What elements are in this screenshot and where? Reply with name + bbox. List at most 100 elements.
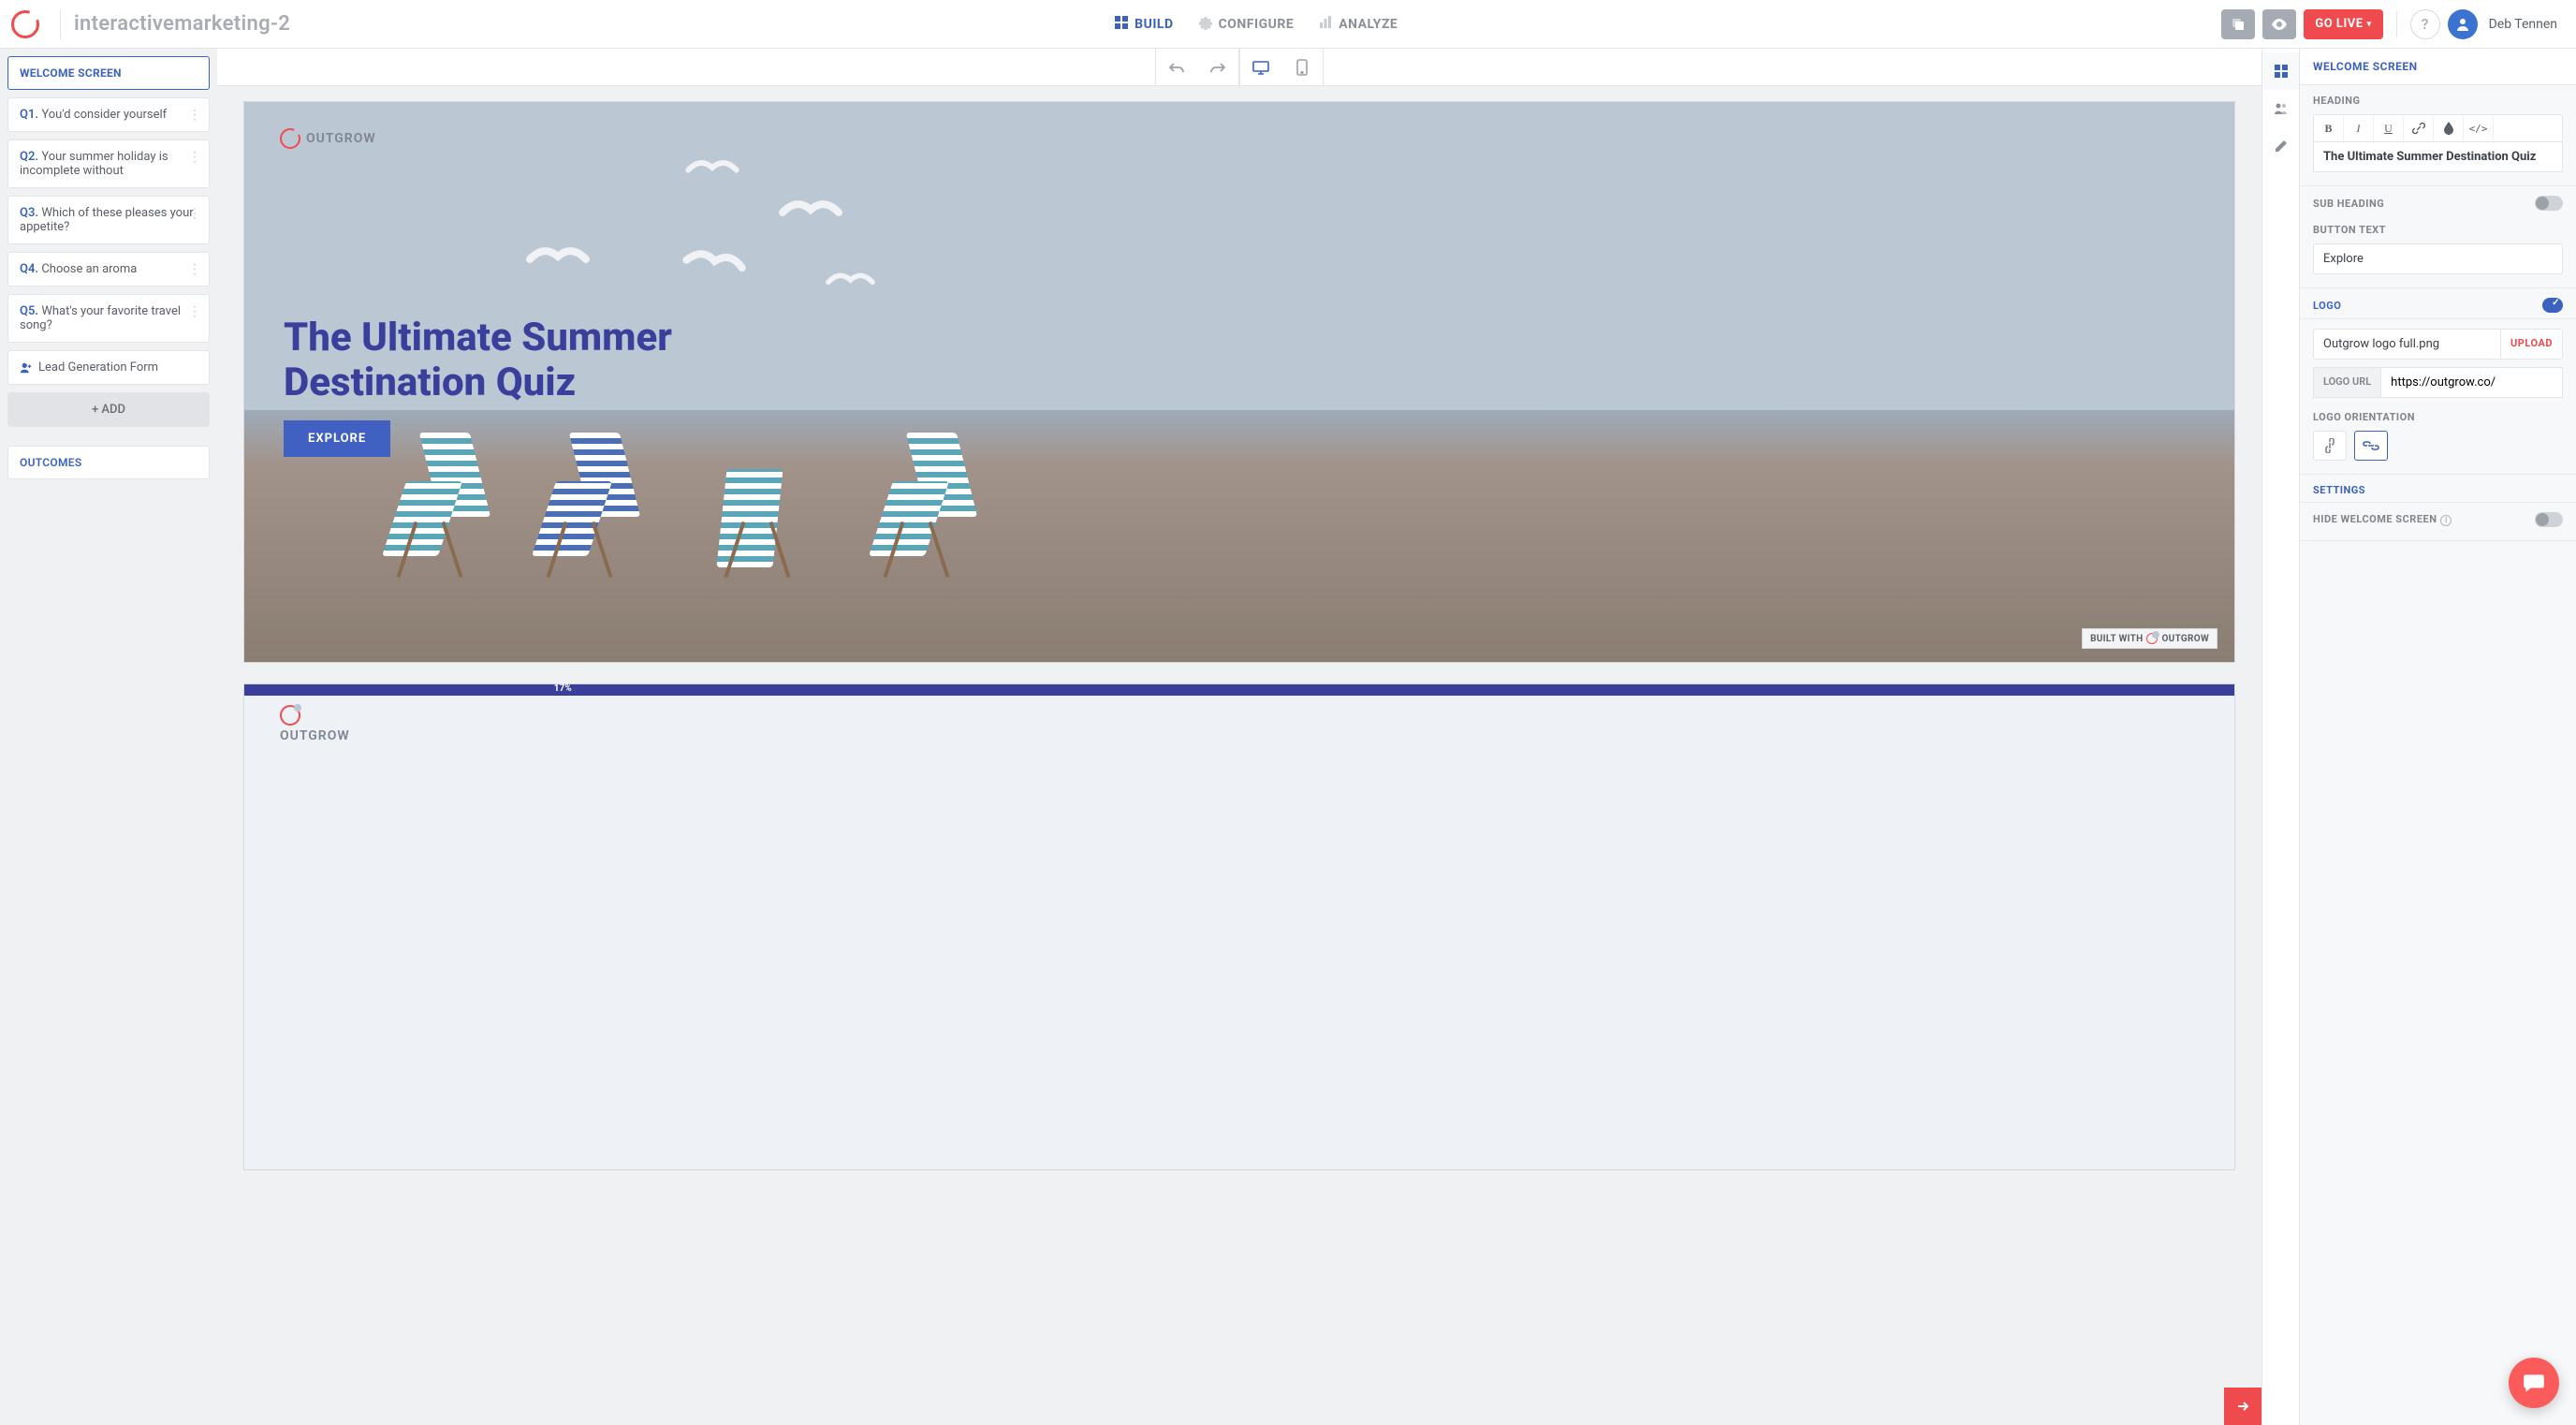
lead-form-item[interactable]: Lead Generation Form: [7, 350, 210, 385]
plus-icon: +: [92, 403, 101, 417]
redo-icon: [1209, 61, 1226, 74]
progress-bar: 17%: [244, 684, 2234, 696]
help-button[interactable]: ?: [2410, 9, 2440, 39]
settings-header: SETTINGS: [2300, 475, 2576, 503]
mobile-view-button[interactable]: [1281, 49, 1323, 86]
question-item[interactable]: Q3. Which of these pleases your appetite…: [7, 196, 210, 244]
templates-button[interactable]: [2221, 9, 2255, 39]
go-live-label: GO LIVE: [2315, 17, 2363, 31]
link-horizontal-icon: [2363, 440, 2379, 451]
tab-label: CONFIGURE: [1219, 17, 1295, 32]
more-icon[interactable]: ⋮: [188, 262, 201, 277]
subheading-toggle[interactable]: [2535, 196, 2563, 211]
logo-toggle[interactable]: [2542, 298, 2563, 313]
orientation-vertical-button[interactable]: [2313, 431, 2347, 461]
tab-analyze[interactable]: ANALYZE: [1316, 9, 1399, 39]
more-icon[interactable]: ⋮: [188, 206, 201, 221]
heading-input[interactable]: [2313, 142, 2563, 172]
subheading-label: SUB HEADING: [2313, 196, 2563, 211]
question-number: Q1.: [20, 108, 38, 122]
brand-logo-icon: [280, 705, 300, 726]
brand-logo-icon: [2146, 633, 2158, 644]
button-text-input[interactable]: [2313, 243, 2563, 274]
question-number: Q5.: [20, 304, 38, 318]
rail-edit-button[interactable]: [2262, 127, 2300, 165]
bars-icon: [1318, 15, 1333, 34]
subheading-label-text: SUB HEADING: [2313, 198, 2384, 210]
layers-icon: [2231, 17, 2246, 32]
outcomes-section[interactable]: OUTCOMES: [7, 446, 210, 479]
go-live-button[interactable]: GO LIVE ▾: [2304, 9, 2382, 39]
question-slide[interactable]: 17% OUTGROW: [243, 683, 2235, 1170]
drop-icon: [2443, 122, 2454, 135]
redo-button[interactable]: [1197, 49, 1238, 86]
app-header: interactivemarketing-2 BUILD CONFIGURE A…: [0, 0, 2576, 49]
link-button[interactable]: [2404, 115, 2434, 141]
question-number: Q4.: [20, 262, 38, 276]
italic-button[interactable]: I: [2344, 115, 2374, 141]
more-icon[interactable]: ⋮: [188, 304, 201, 319]
tab-label: BUILD: [1134, 17, 1173, 32]
bold-button[interactable]: B: [2314, 115, 2344, 141]
color-button[interactable]: [2434, 115, 2464, 141]
settings-section: HIDE WELCOME SCREENi: [2300, 503, 2576, 541]
welcome-screen-item[interactable]: WELCOME SCREEN: [7, 56, 210, 90]
divider: [60, 9, 61, 39]
question-item[interactable]: Q4. Choose an aroma ⋮: [7, 252, 210, 286]
logo-url-input[interactable]: [2380, 367, 2563, 398]
panel-title: WELCOME SCREEN: [2300, 49, 2576, 85]
avatar[interactable]: [2448, 9, 2478, 39]
heading-label: HEADING: [2313, 95, 2563, 107]
tab-build[interactable]: BUILD: [1112, 9, 1175, 39]
hide-welcome-label: HIDE WELCOME SCREENi: [2313, 513, 2452, 526]
tab-label: ANALYZE: [1339, 17, 1398, 32]
welcome-slide[interactable]: OUTGROW The Ultimate Summer Destination …: [243, 101, 2235, 663]
bird-decoration: [825, 266, 876, 294]
question-item[interactable]: Q1. You'd consider yourself ⋮: [7, 97, 210, 132]
slide-brand: OUTGROW: [280, 705, 350, 743]
question-text: What's your favorite travel song?: [20, 304, 181, 332]
orientation-horizontal-button[interactable]: [2354, 431, 2388, 461]
mobile-icon: [1296, 59, 1308, 76]
more-icon[interactable]: ⋮: [188, 150, 201, 165]
desktop-view-button[interactable]: [1240, 49, 1281, 86]
undo-icon: [1168, 61, 1185, 74]
underline-button[interactable]: U: [2374, 115, 2404, 141]
canvas-area: OUTGROW The Ultimate Summer Destination …: [217, 49, 2261, 1425]
pencil-icon: [2274, 139, 2289, 154]
canvas-scroll[interactable]: OUTGROW The Ultimate Summer Destination …: [217, 86, 2261, 1425]
add-screen-button[interactable]: + ADD: [7, 392, 210, 427]
next-slide-button[interactable]: [2224, 1388, 2261, 1425]
divider: [2396, 11, 2397, 37]
button-text-label: BUTTON TEXT: [2313, 224, 2563, 236]
question-text: Your summer holiday is incomplete withou…: [20, 150, 168, 178]
main-nav: BUILD CONFIGURE ANALYZE: [1112, 9, 1399, 39]
info-icon[interactable]: i: [2440, 515, 2452, 526]
tab-configure[interactable]: CONFIGURE: [1196, 9, 1296, 39]
logo-filename: Outgrow logo full.png: [2313, 329, 2500, 360]
more-icon[interactable]: ⋮: [188, 108, 201, 123]
rail-share-button[interactable]: [2262, 90, 2300, 127]
question-item[interactable]: Q2. Your summer holiday is incomplete wi…: [7, 140, 210, 188]
arrow-right-icon: [2235, 1399, 2250, 1414]
question-text: Which of these pleases your appetite?: [20, 206, 194, 234]
project-name[interactable]: interactivemarketing-2: [74, 12, 290, 36]
question-item[interactable]: Q5. What's your favorite travel song? ⋮: [7, 294, 210, 343]
built-with-badge[interactable]: BUILT WITH OUTGROW: [2082, 628, 2217, 649]
slide-cta-button[interactable]: EXPLORE: [284, 420, 390, 457]
slide-title[interactable]: The Ultimate Summer Destination Quiz: [284, 316, 770, 406]
logo-label: LOGO: [2313, 300, 2341, 312]
settings-label: SETTINGS: [2313, 484, 2563, 496]
slide-brand: OUTGROW: [280, 128, 376, 149]
logo-section: Outgrow logo full.png UPLOAD LOGO URL LO…: [2300, 319, 2576, 475]
username-label[interactable]: Deb Tennen: [2489, 17, 2557, 32]
rail-layout-button[interactable]: [2262, 52, 2300, 90]
subheading-section: SUB HEADING BUTTON TEXT: [2300, 186, 2576, 288]
code-button[interactable]: </>: [2464, 115, 2494, 141]
hide-welcome-toggle[interactable]: [2535, 512, 2563, 527]
preview-button[interactable]: [2262, 9, 2296, 39]
undo-button[interactable]: [1156, 49, 1197, 86]
upload-button[interactable]: UPLOAD: [2500, 329, 2563, 360]
chat-button[interactable]: [2509, 1358, 2559, 1408]
person-icon: [2455, 17, 2470, 32]
